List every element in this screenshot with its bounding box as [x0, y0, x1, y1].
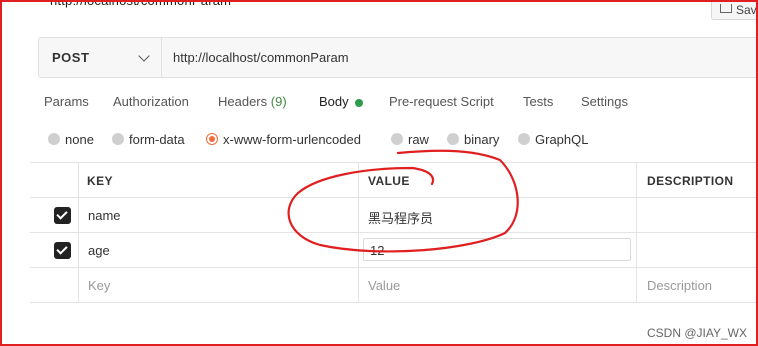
description-column-header: DESCRIPTION [636, 163, 756, 197]
key-cell[interactable]: name [78, 198, 358, 232]
save-icon [720, 4, 732, 13]
radio-circle [391, 133, 403, 145]
request-bar: POST [38, 37, 756, 78]
watermark: CSDN @JIAY_WX [647, 326, 747, 340]
value-cell[interactable]: Value [358, 268, 636, 302]
checkbox-cell [30, 198, 78, 232]
title-strip: http://localhost/commonParam Save [2, 2, 756, 28]
body-active-dot [355, 99, 363, 107]
value-input[interactable]: 12 [363, 238, 631, 261]
radio-label: raw [408, 132, 429, 147]
tab-authorization[interactable]: Authorization [113, 94, 189, 109]
tab-body[interactable]: Body [319, 94, 349, 109]
table-row-new: Key Value Description [30, 267, 756, 303]
value-cell[interactable]: 12 [358, 233, 636, 267]
save-button-label: Save [736, 3, 757, 17]
key-header: KEY [87, 174, 113, 188]
radio-circle [447, 133, 459, 145]
chevron-down-icon [138, 50, 150, 62]
tab-params[interactable]: Params [44, 94, 89, 109]
tab-pre-request-script[interactable]: Pre-request Script [389, 94, 494, 109]
radio-label: none [65, 132, 94, 147]
description-cell[interactable] [636, 233, 756, 267]
description-placeholder: Description [647, 278, 713, 293]
radio-circle [112, 133, 124, 145]
key-text: age [88, 243, 110, 258]
value-placeholder: Value [368, 278, 401, 293]
description-header: DESCRIPTION [647, 174, 734, 188]
checkbox-cell [30, 268, 78, 302]
url-input[interactable] [163, 39, 756, 75]
radio-label: binary [464, 132, 500, 147]
method-label: POST [52, 50, 90, 65]
radio-circle [48, 133, 60, 145]
row-checkbox[interactable] [54, 242, 71, 259]
radio-label: GraphQL [535, 132, 589, 147]
row-checkbox[interactable] [54, 207, 71, 224]
table-header-row: KEY VALUE DESCRIPTION [30, 162, 756, 197]
request-title: http://localhost/commonParam [50, 0, 232, 8]
table-row: name 黑马程序员 [30, 197, 756, 232]
method-select[interactable]: POST [39, 38, 162, 77]
body-type-options: none form-data x-www-form-urlencoded raw… [2, 130, 756, 150]
key-cell[interactable]: age [78, 233, 358, 267]
radio-label: form-data [129, 132, 185, 147]
table-row: age 12 [30, 232, 756, 267]
key-placeholder: Key [88, 278, 111, 293]
key-column-header: KEY [78, 163, 358, 197]
radio-circle [518, 133, 530, 145]
tab-headers-label: Headers [218, 94, 268, 109]
tab-headers-count: (9) [270, 94, 287, 109]
key-cell[interactable]: Key [78, 268, 358, 302]
description-cell[interactable] [636, 198, 756, 232]
value-cell[interactable]: 黑马程序员 [358, 198, 636, 232]
radio-circle-selected [206, 133, 218, 145]
tab-headers[interactable]: Headers (9) [218, 94, 287, 109]
save-button[interactable]: Save [711, 2, 757, 20]
checkbox-cell [30, 233, 78, 267]
description-cell[interactable]: Description [636, 268, 756, 302]
key-text: name [88, 208, 121, 223]
params-table: KEY VALUE DESCRIPTION name 黑马程序员 age 12 … [30, 162, 756, 303]
tab-tests[interactable]: Tests [523, 94, 553, 109]
value-text: 12 [370, 243, 385, 258]
value-header: VALUE [368, 174, 410, 188]
postman-window: http://localhost/commonParam Save POST P… [0, 0, 758, 346]
checkbox-column-header [30, 163, 78, 197]
value-text: 黑马程序员 [368, 211, 434, 226]
radio-label: x-www-form-urlencoded [223, 132, 361, 147]
tab-settings[interactable]: Settings [581, 94, 628, 109]
value-column-header: VALUE [358, 163, 636, 197]
